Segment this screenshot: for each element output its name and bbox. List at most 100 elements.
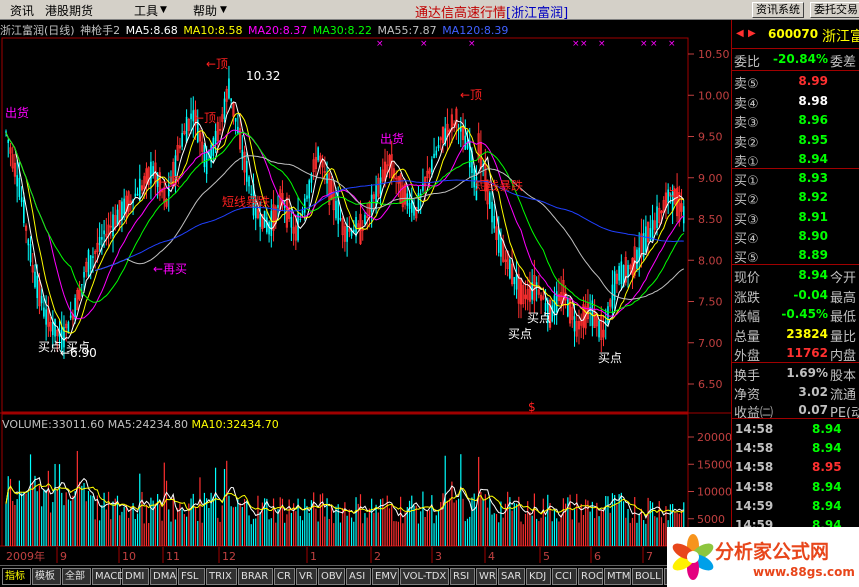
signal-marker: × [650,39,658,49]
tick-row: 14:59 8.94 [732,499,859,518]
tab-brar[interactable]: BRAR [238,568,273,585]
tick-time: 14:58 [735,460,774,475]
annotation-sell-1: 出货 [5,105,29,120]
sell-row-3: 卖③ 8.96 [732,111,859,131]
tab-boll[interactable]: BOLL [632,568,663,585]
annotation-buy-a: 买点 [38,340,62,354]
tab-cci[interactable]: CCI [552,568,577,585]
tab-fsl[interactable]: FSL [178,568,205,585]
volume-ma10-readout: MA10:32434.70 [191,418,279,431]
tab-trix[interactable]: TRIX [206,568,237,585]
date-month-label: 11 [166,550,180,563]
tab-roc[interactable]: ROC [578,568,603,585]
fund-row-1-value: 3.02 [798,384,828,399]
date-month-label: 10 [122,550,136,563]
quote-row-0: 现价 8.94 今开 [732,266,859,286]
date-month-label: 4 [488,550,495,563]
date-month-label: 9 [60,550,67,563]
tab-全部[interactable]: 全部 [62,568,91,585]
tick-price: 8.95 [812,460,842,475]
tab-dmi[interactable]: DMI [122,568,149,585]
annotation-top-2: ←顶 [194,111,216,125]
date-axis-labels: 2009年 9 10 11 12 1 2 3 4 5 6 7 [6,547,653,563]
buy-row-1-label: 买① [734,174,759,189]
annotation-short-break-1: 短线暴跌 [222,194,270,209]
tab-wr[interactable]: WR [476,568,497,585]
quote-row-2-value: -0.45% [781,307,828,321]
annotation-buy-b: 买点 [66,340,90,354]
indicator-tab-bar: 指标 模板 全部 MACD DMI DMA FSL TRIX BRAR CR VR OBV ASI EMV… [0,565,730,587]
sell-row-2: 卖② 8.95 [732,131,859,151]
tab-vr[interactable]: VR [296,568,317,585]
tick-time: 14:58 [735,479,774,494]
tab-dma[interactable]: DMA [150,568,177,585]
moving-average-lines [5,101,685,341]
fund-row-1-label: 净资 [734,387,761,403]
quote-row-3-extra: 量比 [830,329,857,345]
buy-row-2-value: 8.92 [798,190,828,205]
quote-row-3-label: 总量 [734,329,761,345]
tick-time: 14:58 [735,441,774,456]
arrow-left-icon: ◀ [736,28,744,39]
volume-tick-label: 15000 [697,458,731,471]
tick-row: 14:58 8.94 [732,441,859,460]
buy-row-2-label: 买② [734,193,759,209]
volume-ma10-line [5,483,685,517]
kline-chart[interactable]: 10.50 10.00 9.50 9.00 8.50 8.00 7.50 7.00 6.50 2… [0,0,731,565]
quote-row-3: 总量 23824 量比 [732,325,859,345]
volume-header: VOLUME:33011.60 MA5:24234.80 MA10:32434.… [2,418,279,431]
watermark-url: www.88gs.com [753,565,855,579]
annotation-top-value: 10.32 [246,69,280,83]
webi-value: -20.84% [773,52,828,66]
watermark-text: 分析家公式网 [715,541,830,563]
quote-row-4-value: 11762 [786,346,828,360]
buy-row-1: 买① 8.93 [732,169,859,189]
price-tick-label: 10.50 [698,48,730,61]
tab-cr[interactable]: CR [274,568,295,585]
tab-emv[interactable]: EMV [372,568,399,585]
tick-row: 14:58 8.94 [732,422,859,441]
tab-sar[interactable]: SAR [498,568,525,585]
info-system-button[interactable]: 资讯系统 [752,2,804,18]
tab-vol-tdx[interactable]: VOL-TDX [400,568,449,585]
signal-marker: × [376,39,384,49]
tab-macd[interactable]: MACD [92,568,125,585]
quote-row-1-label: 涨跌 [734,290,761,306]
tab-指标[interactable]: 指标 [2,568,31,585]
quote-panel: ◀ ▶ 600070 浙江富 委比 -20.84% 委差 卖⑤ 8.99 卖④ 8.9… [731,20,859,587]
sell-row-3-value: 8.96 [798,113,828,127]
price-tick-label: 10.00 [698,89,730,102]
candlesticks [5,65,685,359]
date-month-label: 7 [646,550,653,563]
tab-obv[interactable]: OBV [318,568,345,585]
tick-row: 14:58 8.94 [732,480,859,499]
fund-row-2-value: 0.07 [798,403,828,417]
tick-price: 8.94 [812,498,842,513]
tab-rsi[interactable]: RSI [450,568,475,585]
volume-bars [5,450,685,546]
webi-label: 委比 [734,55,761,70]
trade-button[interactable]: 委托交易 [810,2,859,18]
tab-asi[interactable]: ASI [346,568,371,585]
quote-row-0-extra: 今开 [830,271,857,286]
price-tick-label: 9.50 [698,131,723,144]
price-axis-labels: 10.50 10.00 9.50 9.00 8.50 8.00 7.50 7.00 6.50 [688,48,730,391]
quote-row-1-value: -0.04 [793,287,828,302]
quote-row-0-label: 现价 [734,271,761,286]
annotation-short-break-2: 短线暴跌 [475,178,523,193]
ma120-line [95,179,684,271]
quote-row-0-value: 8.94 [798,268,828,282]
tab-模板[interactable]: 模板 [32,568,61,585]
buy-row-4-label: 买④ [734,231,759,247]
signal-marker: × [668,39,676,49]
sell-row-4: 卖④ 8.98 [732,92,859,112]
buy-row-5-value: 8.89 [798,248,828,263]
tab-mtm[interactable]: MTM [604,568,631,585]
tab-kdj[interactable]: KDJ [526,568,551,585]
fund-row-0-value: 1.69% [786,366,828,380]
fund-row-0-extra: 股本 [830,369,857,384]
annotation-top-1: ←顶 [206,57,228,71]
volume-tick-label: 10000 [697,486,731,499]
signal-marker: × [640,39,648,49]
signal-marker: × [598,39,606,49]
